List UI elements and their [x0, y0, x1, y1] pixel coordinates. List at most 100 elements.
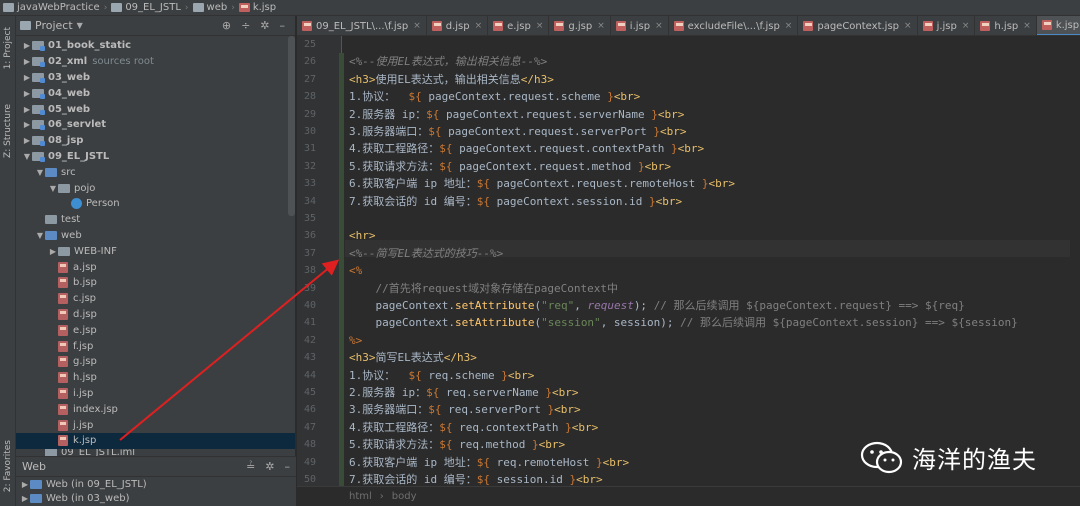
- editor-tab[interactable]: j.jsp ×: [918, 16, 976, 35]
- wechat-logo-icon: [860, 441, 903, 473]
- close-icon[interactable]: ×: [536, 21, 544, 31]
- tree-item[interactable]: ▶ 02_xml sources root: [16, 54, 295, 70]
- chevron-down-icon[interactable]: ▼: [35, 168, 45, 177]
- chevron-right-icon[interactable]: ▶: [22, 41, 32, 50]
- chevron-down-icon[interactable]: ▼: [35, 231, 45, 240]
- tree-item[interactable]: k.jsp: [16, 432, 295, 449]
- tree-item[interactable]: d.jsp: [16, 307, 295, 323]
- close-icon[interactable]: ×: [1023, 21, 1031, 31]
- chevron-right-icon[interactable]: ▶: [20, 494, 30, 503]
- chevron-right-icon[interactable]: ▶: [22, 57, 32, 66]
- tree-item[interactable]: f.jsp: [16, 338, 295, 354]
- locate-icon[interactable]: ⊕: [222, 19, 231, 32]
- tree-item[interactable]: ▶ 08_jsp: [16, 133, 295, 149]
- chevron-right-icon[interactable]: ▶: [22, 89, 32, 98]
- tree-item[interactable]: i.jsp: [16, 386, 295, 402]
- gear-icon[interactable]: ✲: [260, 19, 269, 32]
- collapse-icon[interactable]: ≟: [246, 460, 255, 473]
- chevron-down-icon[interactable]: ▼: [48, 184, 58, 193]
- tree-item-label: index.jsp: [73, 403, 118, 415]
- line-number: 27: [303, 73, 316, 85]
- jsp-file-icon: [58, 387, 68, 399]
- chevron-right-icon[interactable]: ▶: [20, 480, 30, 489]
- tree-item[interactable]: e.jsp: [16, 322, 295, 338]
- breadcrumb-item[interactable]: javaWebPractice: [0, 0, 103, 16]
- favorites-tool-tab[interactable]: 2: Favorites: [0, 431, 16, 501]
- tree-item[interactable]: c.jsp: [16, 291, 295, 307]
- tree-item-label: src: [61, 166, 76, 178]
- close-icon[interactable]: ×: [413, 21, 421, 31]
- editor-tab-label: pageContext.jsp: [817, 20, 900, 32]
- close-icon[interactable]: ×: [597, 21, 605, 31]
- jsp-file-icon: [493, 21, 504, 31]
- close-icon[interactable]: ×: [904, 21, 912, 31]
- line-number: 29: [303, 108, 316, 120]
- editor-scrollbar[interactable]: [1070, 36, 1080, 486]
- tree-item-label: 05_web: [48, 103, 91, 115]
- breadcrumb-item[interactable]: web: [190, 0, 231, 16]
- close-icon[interactable]: ×: [962, 21, 970, 31]
- tree-item[interactable]: ▶ 01_book_static: [16, 38, 295, 54]
- tree-item[interactable]: a.jsp: [16, 259, 295, 275]
- gear-icon[interactable]: ✲: [265, 460, 274, 473]
- tree-item-label: e.jsp: [73, 324, 97, 336]
- close-icon[interactable]: ×: [475, 21, 483, 31]
- tree-item[interactable]: ▶ 04_web: [16, 85, 295, 101]
- chevron-down-icon[interactable]: ▼: [22, 152, 32, 161]
- tree-item[interactable]: ▼ src: [16, 164, 295, 180]
- tree-item[interactable]: ▶ WEB-INF: [16, 243, 295, 259]
- chevron-down-icon[interactable]: ▼: [77, 21, 83, 30]
- tree-item[interactable]: index.jsp: [16, 401, 295, 417]
- jsp-file-icon: [431, 21, 442, 31]
- project-panel-title[interactable]: Project: [35, 19, 73, 32]
- collapse-all-icon[interactable]: ÷: [241, 19, 250, 32]
- tree-item[interactable]: Person: [16, 196, 295, 212]
- line-number-gutter: 25 26 27 28 29 30 31 32 33 34 35 36 37 38 39 40 41 42 43 44…: [297, 36, 342, 486]
- chevron-right-icon[interactable]: ▶: [22, 120, 32, 129]
- editor-tab[interactable]: k.jsp×: [1036, 16, 1080, 35]
- editor-tab-label: g.jsp: [568, 20, 593, 32]
- breadcrumb: javaWebPractice › 09_EL_JSTL › web › k.jsp: [0, 0, 1080, 16]
- tree-item[interactable]: ▼ web: [16, 228, 295, 244]
- tree-item[interactable]: h.jsp: [16, 370, 295, 386]
- code-editor[interactable]: <%--使用EL表达式，输出相关信息--%> <h3>使用EL表达式，输出相关信…: [345, 36, 1080, 486]
- editor-tab[interactable]: h.jsp ×: [975, 16, 1037, 35]
- close-icon[interactable]: ×: [785, 21, 793, 31]
- editor-tab[interactable]: g.jsp ×: [549, 16, 611, 35]
- web-panel-item[interactable]: ▶ Web (in 09_EL_JSTL): [16, 477, 296, 493]
- path-item-html[interactable]: html: [349, 491, 372, 502]
- chevron-right-icon[interactable]: ▶: [48, 247, 58, 256]
- tree-item[interactable]: j.jsp: [16, 417, 295, 433]
- path-item-body[interactable]: body: [392, 491, 417, 502]
- editor-tab[interactable]: excludeFile\...\f.jsp ×: [669, 16, 799, 35]
- editor-tab[interactable]: d.jsp ×: [427, 16, 489, 35]
- editor-tab-label: 09_EL_JSTL\...\f.jsp: [316, 20, 409, 32]
- tree-item[interactable]: ▶ 03_web: [16, 70, 295, 86]
- breadcrumb-item[interactable]: k.jsp: [236, 0, 279, 16]
- tree-item[interactable]: b.jsp: [16, 275, 295, 291]
- chevron-right-icon[interactable]: ▶: [22, 136, 32, 145]
- tree-item[interactable]: ▼ pojo: [16, 180, 295, 196]
- tree-item[interactable]: test: [16, 212, 295, 228]
- line-number: 41: [303, 317, 316, 329]
- breadcrumb-item[interactable]: 09_EL_JSTL: [108, 0, 184, 16]
- code-line: 4.获取工程路径：${ req.contextPath }<br>: [349, 420, 599, 434]
- chevron-right-icon[interactable]: ▶: [22, 73, 32, 82]
- editor-tab[interactable]: 09_EL_JSTL\...\f.jsp ×: [297, 16, 427, 35]
- hide-icon[interactable]: –: [285, 460, 291, 473]
- tree-item[interactable]: g.jsp: [16, 354, 295, 370]
- tree-item[interactable]: ▼ 09_EL_JSTL: [16, 149, 295, 165]
- web-panel-item[interactable]: ▶ Web (in 03_web): [16, 493, 296, 505]
- tree-item[interactable]: ▶ 06_servlet: [16, 117, 295, 133]
- hide-icon[interactable]: –: [280, 19, 286, 32]
- close-icon[interactable]: ×: [655, 21, 663, 31]
- editor-tab[interactable]: pageContext.jsp ×: [798, 16, 918, 35]
- editor-tab[interactable]: e.jsp ×: [488, 16, 550, 35]
- tree-item[interactable]: ▶ 05_web: [16, 101, 295, 117]
- chevron-right-icon[interactable]: ▶: [22, 105, 32, 114]
- jsp-file-icon: [922, 21, 933, 31]
- editor-tab[interactable]: i.jsp ×: [611, 16, 669, 35]
- project-scrollbar[interactable]: [288, 36, 295, 216]
- structure-tool-tab[interactable]: Z: Structure: [0, 96, 16, 166]
- project-tool-tab[interactable]: 1: Project: [0, 18, 16, 78]
